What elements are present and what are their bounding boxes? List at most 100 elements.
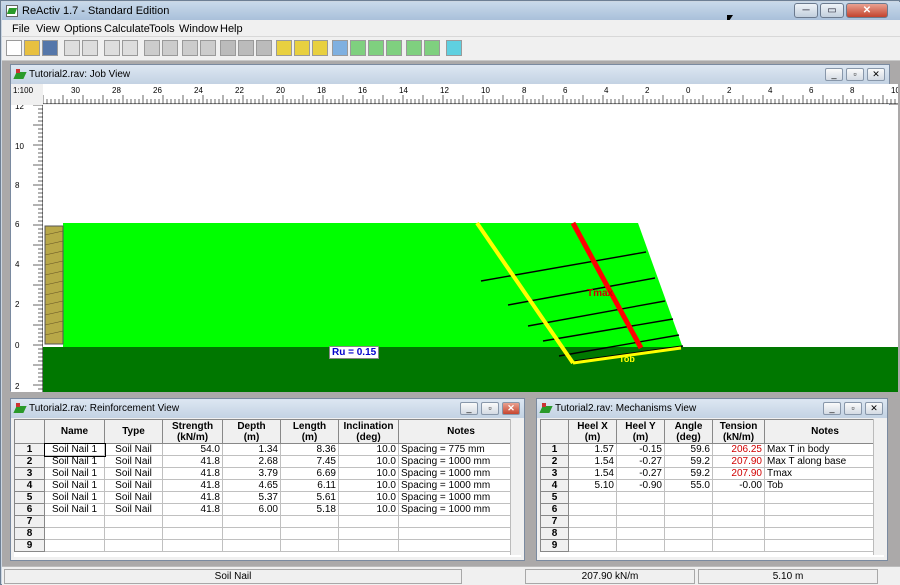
- cell-notes[interactable]: [398, 527, 521, 540]
- cell-name[interactable]: Soil Nail 1: [43, 442, 106, 457]
- cell-notes[interactable]: Max T in body: [764, 443, 884, 456]
- col-header-name[interactable]: Name: [44, 419, 105, 444]
- cell-name[interactable]: Soil Nail 1: [44, 491, 105, 504]
- col-header-depth[interactable]: Depth (m): [222, 419, 281, 444]
- row-number[interactable]: 9: [14, 539, 45, 552]
- row-number[interactable]: 8: [14, 527, 45, 540]
- cell-depth[interactable]: 2.68: [222, 455, 281, 468]
- row-number[interactable]: 6: [540, 503, 569, 516]
- col-header-length[interactable]: Length (m): [280, 419, 339, 444]
- cell-incl[interactable]: 10.0: [338, 479, 399, 492]
- cell-hx[interactable]: 5.10: [568, 479, 617, 492]
- row-number[interactable]: 9: [540, 539, 569, 552]
- cell-hx[interactable]: [568, 515, 617, 528]
- reinforcement-row[interactable]: 3 Soil Nail 1 Soil Nail 41.8 3.79 6.69 10.0 Spa…: [14, 467, 521, 480]
- row-number[interactable]: 4: [14, 479, 45, 492]
- cell-notes[interactable]: Spacing = 775 mm: [398, 443, 521, 456]
- cell-length[interactable]: [280, 527, 339, 540]
- cell-name[interactable]: Soil Nail 1: [44, 467, 105, 480]
- save-icon[interactable]: [42, 40, 58, 56]
- maximize-button[interactable]: ▭: [820, 3, 844, 18]
- cell-notes[interactable]: [764, 539, 884, 552]
- cell-name[interactable]: Soil Nail 1: [44, 503, 105, 516]
- cell-angle[interactable]: [664, 527, 713, 540]
- cell-hy[interactable]: [616, 527, 665, 540]
- cell-hy[interactable]: [616, 515, 665, 528]
- row-number[interactable]: 1: [540, 443, 569, 456]
- mechanisms-vertical-scrollbar[interactable]: [873, 419, 884, 555]
- cell-hx[interactable]: 1.57: [568, 443, 617, 456]
- cell-tension[interactable]: 207.90: [712, 455, 765, 468]
- reinforcement-row[interactable]: 9: [14, 539, 521, 552]
- row-number[interactable]: 1: [14, 443, 45, 456]
- mechanism-row[interactable]: 7: [540, 515, 884, 528]
- calc-icon[interactable]: [294, 40, 310, 56]
- row-number[interactable]: 2: [14, 455, 45, 468]
- mcol-header-heel-x[interactable]: Heel X (m): [568, 419, 617, 444]
- cell-tension[interactable]: [712, 539, 765, 552]
- cell-length[interactable]: 7.45: [280, 455, 339, 468]
- cell-depth[interactable]: [222, 539, 281, 552]
- mcol-header-angle[interactable]: Angle (deg): [664, 419, 713, 444]
- mechanisms-maximize-button[interactable]: ▫: [844, 402, 862, 415]
- col-header-strength[interactable]: Strength (kN/m): [162, 419, 223, 444]
- cell-notes[interactable]: [764, 503, 884, 516]
- reinforcement-close-button[interactable]: ✕: [502, 402, 520, 415]
- cell-length[interactable]: 8.36: [280, 443, 339, 456]
- cell-type[interactable]: Soil Nail: [104, 479, 163, 492]
- surcharge-icon[interactable]: [256, 40, 272, 56]
- row-number[interactable]: 5: [540, 491, 569, 504]
- cell-notes[interactable]: Spacing = 1000 mm: [398, 455, 521, 468]
- cell-hy[interactable]: -0.15: [616, 443, 665, 456]
- mechanisms-close-button[interactable]: ✕: [865, 402, 883, 415]
- cell-notes[interactable]: Spacing = 1000 mm: [398, 491, 521, 504]
- cell-tension[interactable]: 206.25: [712, 443, 765, 456]
- cell-strength[interactable]: [162, 515, 223, 528]
- cell-angle[interactable]: 55.0: [664, 479, 713, 492]
- mechanisms-minimize-button[interactable]: _: [823, 402, 841, 415]
- cell-depth[interactable]: 4.65: [222, 479, 281, 492]
- mcol-header-tension[interactable]: Tension (kN/m): [712, 419, 765, 444]
- cell-depth[interactable]: 1.34: [222, 443, 281, 456]
- cell-notes[interactable]: Max T along base: [764, 455, 884, 468]
- cell-type[interactable]: Soil Nail: [104, 455, 163, 468]
- mechanism-row[interactable]: 8: [540, 527, 884, 540]
- reinforcement-row[interactable]: 5 Soil Nail 1 Soil Nail 41.8 5.37 5.61 10.0 Spa…: [14, 491, 521, 504]
- cell-hy[interactable]: [616, 491, 665, 504]
- cell-tension[interactable]: [712, 491, 765, 504]
- cell-depth[interactable]: 3.79: [222, 467, 281, 480]
- cell-hx[interactable]: 1.54: [568, 455, 617, 468]
- cell-angle[interactable]: [664, 491, 713, 504]
- ru-label[interactable]: Ru = 0.15: [329, 346, 380, 359]
- cell-type[interactable]: [104, 539, 163, 552]
- cell-notes[interactable]: [398, 515, 521, 528]
- hammer-icon[interactable]: [182, 40, 198, 56]
- soil-view-icon[interactable]: [406, 40, 422, 56]
- cell-hy[interactable]: -0.90: [616, 479, 665, 492]
- open-icon[interactable]: [24, 40, 40, 56]
- job-canvas[interactable]: Tmax Tob Ru = 0.15: [43, 105, 898, 392]
- cell-hy[interactable]: -0.27: [616, 467, 665, 480]
- row-number[interactable]: 6: [14, 503, 45, 516]
- mechanism-row[interactable]: 6: [540, 503, 884, 516]
- reinforcement-row[interactable]: 4 Soil Nail 1 Soil Nail 41.8 4.65 6.11 10.0 Spa…: [14, 479, 521, 492]
- cell-depth[interactable]: 5.37: [222, 491, 281, 504]
- menu-view[interactable]: View: [36, 23, 60, 35]
- cell-angle[interactable]: 59.2: [664, 455, 713, 468]
- print-preview-icon[interactable]: [64, 40, 80, 56]
- properties-icon[interactable]: [276, 40, 292, 56]
- row-number[interactable]: 7: [14, 515, 45, 528]
- paste-icon[interactable]: [162, 40, 178, 56]
- row-number[interactable]: 3: [14, 467, 45, 480]
- cell-name[interactable]: [44, 539, 105, 552]
- reinforcement-row[interactable]: 8: [14, 527, 521, 540]
- row-number[interactable]: 3: [540, 467, 569, 480]
- cell-hy[interactable]: [616, 503, 665, 516]
- zoom-out-icon[interactable]: [122, 40, 138, 56]
- cell-depth[interactable]: [222, 527, 281, 540]
- cell-angle[interactable]: [664, 539, 713, 552]
- cell-incl[interactable]: [338, 539, 399, 552]
- menu-calculate[interactable]: Calculate: [104, 23, 150, 35]
- reinforcement-row[interactable]: 7: [14, 515, 521, 528]
- reinforcement-row[interactable]: 1 Soil Nail 1 Soil Nail 54.0 1.34 8.36 10.0 Spa…: [14, 442, 521, 457]
